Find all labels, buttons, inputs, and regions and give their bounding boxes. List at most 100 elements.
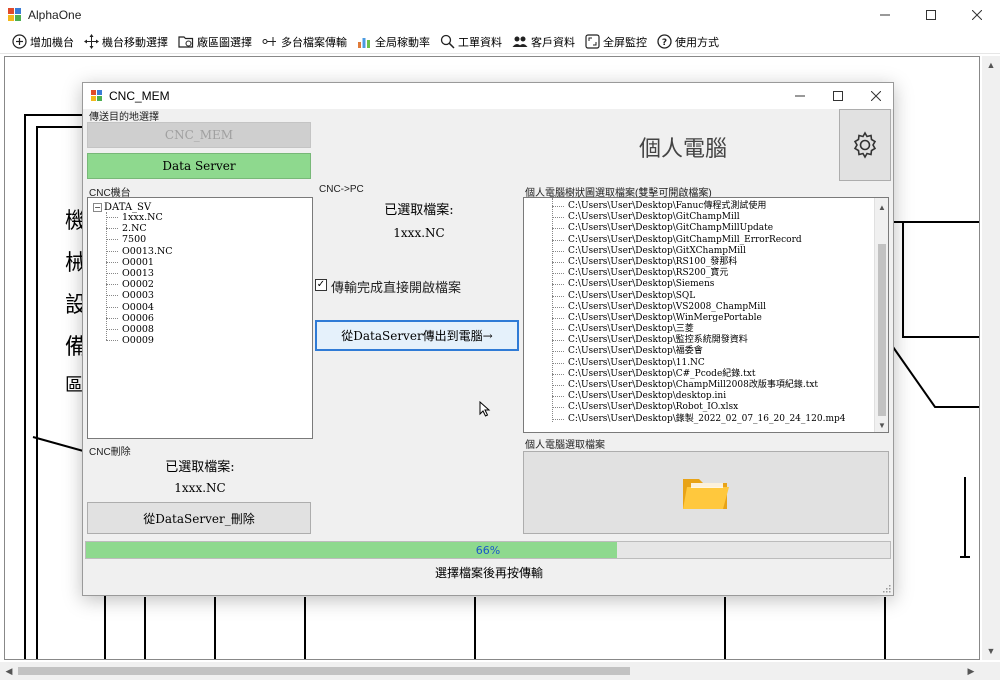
help-icon: ? [657,34,672,49]
transfer-progress-bar: 66% [85,541,891,559]
open-after-transfer-label: 傳輸完成直接開啟檔案 [331,281,462,296]
users-icon [512,36,528,47]
tree-file-item[interactable]: C:\Users\User\Desktop\Fanuc傳程式測試使用 [548,201,845,212]
tree-file-item[interactable]: O0008 [102,324,173,335]
svg-text:?: ? [662,38,667,48]
horizontal-scroll-thumb[interactable] [18,667,630,675]
destination-group-label: 傳送目的地選擇 [89,112,159,123]
delete-selected-label: 已選取檔案: [165,460,235,475]
delete-from-server-button[interactable]: 從DataServer_刪除 [87,502,311,534]
cnc-mem-dialog: CNC_MEM 傳送目的地選擇 CNC_MEM Data Server 個人電腦… [82,82,894,596]
tree-file-item[interactable]: C:\Users\User\Desktop\GitChampMill [548,212,845,223]
progress-percent: 66% [475,544,501,557]
scroll-down-arrow[interactable]: ▼ [982,642,1000,660]
tree-file-item[interactable]: C:\Users\User\Desktop\SQL [548,291,845,302]
scroll-right-arrow[interactable]: ▶ [962,662,980,680]
transfer-selected-label: 已選取檔案: [384,203,454,218]
toolbar-work-orders[interactable]: 工單資料 [436,31,508,53]
toolbar-move-machine[interactable]: 機台移動選擇 [80,31,174,53]
maximize-icon [926,10,936,20]
tree-file-item[interactable]: O0013 [102,268,173,279]
tree-file-item[interactable]: O0002 [102,279,173,290]
add-circle-icon [12,34,27,49]
close-icon [871,91,881,101]
tree-file-item[interactable]: C:\Users\User\Desktop\Siemens [548,279,845,290]
toolbar-add-machine[interactable]: 增加機台 [8,31,80,53]
tree-collapse-icon[interactable]: − [93,203,102,212]
tree-file-item[interactable]: C:\Users\User\Desktop\C#_Pcode紀錄.txt [548,369,845,380]
status-text: 選擇檔案後再按傳輸 [434,566,543,580]
main-vertical-scrollbar[interactable]: ▲ ▼ [982,56,1000,660]
dialog-titlebar: CNC_MEM [83,83,893,109]
scrollbar-corner [982,662,1000,680]
tree-file-item[interactable]: O0004 [102,302,173,313]
scroll-down-arrow[interactable]: ▼ [873,416,888,432]
tree-file-item[interactable]: C:\Users\User\Desktop\GitChampMill_Error… [548,235,845,246]
tree-file-item[interactable]: 1xxx.NC [102,212,173,223]
dialog-close-button[interactable] [857,83,895,109]
pc-select-file-button[interactable] [523,451,889,534]
folder-icon [683,478,729,509]
toolbar-label: 增加機台 [30,36,74,49]
toolbar-label: 客戶資料 [531,36,575,49]
settings-button[interactable] [839,109,891,181]
window-titlebar: AlphaOne [0,0,1000,30]
tree-file-item[interactable]: C:\Users\User\Desktop\WinMergePortable [548,313,845,324]
scroll-up-arrow[interactable]: ▲ [873,198,888,216]
transfer-to-pc-button[interactable]: 從DataServer傳出到電腦→ [315,320,519,351]
pc-tree-scrollbar[interactable]: ▲ ▼ [874,198,888,432]
toolbar-customers[interactable]: 客戶資料 [508,31,581,53]
dialog-minimize-button[interactable] [781,83,819,109]
toolbar-multi-transfer[interactable]: 多台檔案傳輸 [258,31,353,53]
tree-file-item[interactable]: C:\Users\User\Desktop\RS100_發那科 [548,257,845,268]
resize-grip-icon[interactable] [881,583,891,593]
toolbar-factory-map[interactable]: 廠區圖選擇 [174,31,258,53]
close-icon [972,10,982,20]
tree-file-item[interactable]: C:\Users\User\Desktop\GitChampMillUpdate [548,223,845,234]
tree-file-item[interactable]: C:\Users\User\Desktop\desktop.ini [548,391,845,402]
toolbar-label: 廠區圖選擇 [197,36,252,49]
fullscreen-icon [585,34,600,49]
tree-file-item[interactable]: C:\Users\User\Desktop\ChampMill2008改版事項紀… [548,380,845,391]
move-arrows-icon [84,34,99,49]
tree-file-item[interactable]: C:\Users\User\Desktop\監控系統開發資料 [548,335,845,346]
cnc-file-tree[interactable]: − DATA_SV 1xxx.NC 2.NC 7500 O0013.NC O0001 O0… [87,197,313,439]
tree-file-item[interactable]: O0001 [102,257,173,268]
main-horizontal-scrollbar[interactable]: ◀ ▶ [0,662,982,680]
tree-file-item[interactable]: O0003 [102,290,173,301]
toolbar-fullscreen[interactable]: 全屏監控 [581,31,653,53]
toolbar-global-utilization[interactable]: 全局稼動率 [353,31,436,53]
pc-file-list: C:\Users\User\Desktop\Fanuc傳程式測試使用 C:\Use… [548,201,845,425]
data-server-button[interactable]: Data Server [87,153,311,179]
tree-file-item[interactable]: 7500 [102,234,173,245]
tree-file-item[interactable]: C:\Users\User\Desktop\GitXChampMill [548,246,845,257]
tree-file-item[interactable]: C:\Users\User\Desktop\11.NC [548,358,845,369]
tree-file-item[interactable]: O0013.NC [102,246,173,257]
pc-tree-scroll-thumb[interactable] [878,244,886,416]
pc-file-tree[interactable]: C:\Users\User\Desktop\Fanuc傳程式測試使用 C:\Use… [523,197,889,433]
tree-file-item[interactable]: O0009 [102,335,173,346]
tree-file-item[interactable]: O0006 [102,313,173,324]
scroll-up-arrow[interactable]: ▲ [982,56,1000,74]
tree-file-item[interactable]: 2.NC [102,223,173,234]
open-after-transfer-checkbox[interactable]: ✓ [315,279,327,291]
dialog-app-icon [91,90,102,101]
search-icon [440,34,455,49]
folder-settings-icon [178,36,194,48]
maximize-button[interactable] [908,0,954,30]
cnc-mem-button[interactable]: CNC_MEM [87,122,311,148]
tree-file-item[interactable]: C:\Users\User\Desktop\錄製_2022_02_07_16_2… [548,414,845,425]
tree-file-item[interactable]: C:\Users\User\Desktop\VS2008_ChampMill [548,302,845,313]
tree-file-item[interactable]: C:\Users\User\Desktop\Robot_IO.xlsx [548,402,845,413]
toolbar-label: 多台檔案傳輸 [281,36,347,49]
bar-chart-icon [358,38,370,48]
tree-file-item[interactable]: C:\Users\User\Desktop\RS200_寶元 [548,268,845,279]
tree-file-item[interactable]: C:\Users\User\Desktop\福委會 [548,346,845,357]
close-button[interactable] [954,0,1000,30]
toolbar-help[interactable]: ? 使用方式 [653,31,725,53]
toolbar-label: 全局稼動率 [375,36,430,49]
minimize-button[interactable] [862,0,908,30]
tree-file-item[interactable]: C:\Users\User\Desktop\三菱 [548,324,845,335]
dialog-maximize-button[interactable] [819,83,857,109]
scroll-left-arrow[interactable]: ◀ [0,662,18,680]
